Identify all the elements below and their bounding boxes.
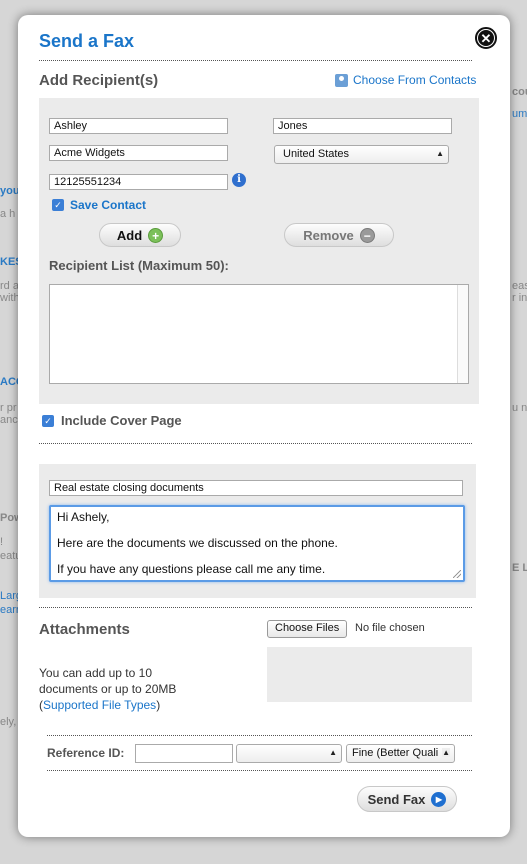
divider <box>39 607 472 608</box>
paren: ) <box>156 698 161 712</box>
resize-grip-icon[interactable] <box>453 570 461 578</box>
message-line: Hi Ashely, <box>57 510 110 524</box>
attachments-dropzone[interactable] <box>267 647 472 702</box>
last-name-field[interactable]: Jones <box>273 118 452 134</box>
company-field[interactable]: Acme Widgets <box>49 145 228 161</box>
list-scrollbar[interactable] <box>457 285 468 383</box>
bg-text: ely, <box>0 716 17 728</box>
send-fax-label: Send Fax <box>367 791 426 807</box>
fax-number-field[interactable]: 12125551234 <box>49 174 228 190</box>
select-arrow-icon: ▲ <box>442 748 450 757</box>
quality-value: Fine (Better Quali <box>352 747 439 759</box>
select-arrow-icon: ▲ <box>329 748 337 757</box>
bg-text: a h <box>0 208 16 220</box>
divider <box>39 60 472 61</box>
save-contact-checkbox[interactable]: ✓ Save Contact <box>52 198 146 212</box>
save-contact-label: Save Contact <box>70 198 147 212</box>
bg-text: ! <box>0 536 4 548</box>
message-line: If you have any questions please call me… <box>57 562 326 576</box>
recipient-list[interactable] <box>49 284 469 384</box>
choose-from-contacts-link[interactable]: Choose From Contacts <box>335 73 476 87</box>
checkmark-icon: ✓ <box>52 199 64 211</box>
remove-label: Remove <box>303 227 354 243</box>
first-name-field[interactable]: Ashley <box>49 118 228 134</box>
choose-contacts-label: Choose From Contacts <box>353 73 477 87</box>
no-file-chosen-label: No file chosen <box>355 622 425 634</box>
message-line: Here are the documents we discussed on t… <box>57 536 338 550</box>
bg-text: eas <box>512 280 527 292</box>
include-cover-label: Include Cover Page <box>61 413 182 428</box>
choose-files-button[interactable]: Choose Files <box>267 620 348 638</box>
checkmark-icon: ✓ <box>42 414 54 427</box>
arrow-right-icon: ▶ <box>431 791 447 807</box>
attachments-heading: Attachments <box>39 621 130 638</box>
bg-text: cou <box>512 86 527 98</box>
bg-text: u ne <box>512 402 527 414</box>
plus-icon: + <box>148 227 164 243</box>
contacts-icon <box>335 73 348 87</box>
bg-text: um <box>512 108 527 120</box>
divider <box>47 735 472 736</box>
country-value: United States <box>283 148 350 160</box>
bg-text: r pr <box>0 402 17 414</box>
close-button[interactable]: ✕ <box>475 27 497 49</box>
dialog-title: Send a Fax <box>39 31 135 51</box>
select-arrow-icon: ▲ <box>436 149 444 158</box>
bg-text: E La <box>512 562 527 574</box>
bg-text: you <box>0 185 20 197</box>
help-line: You can add up to 10 <box>39 666 152 680</box>
options-select[interactable]: ▲ <box>236 744 342 763</box>
close-icon: ✕ <box>480 30 492 46</box>
divider <box>39 443 472 444</box>
cover-message-textarea[interactable]: Hi Ashely, Here are the documents we dis… <box>49 505 465 582</box>
supported-file-types-link[interactable]: Supported File Types <box>43 698 156 712</box>
help-line: documents or up to 20MB <box>39 682 177 696</box>
add-button[interactable]: Add + <box>99 223 181 247</box>
bg-text: r in <box>512 292 527 304</box>
bg-text: anc <box>0 414 18 426</box>
recipients-heading: Add Recipient(s) <box>39 72 159 89</box>
bg-text: with <box>0 292 20 304</box>
bg-text: rd a <box>0 280 19 292</box>
attachments-help: You can add up to 10 documents or up to … <box>39 665 176 713</box>
reference-id-field[interactable] <box>135 744 233 763</box>
send-fax-button[interactable]: Send Fax ▶ <box>357 786 457 812</box>
reference-id-label: Reference ID: <box>47 746 125 760</box>
recipient-list-heading: Recipient List (Maximum 50): <box>49 258 229 273</box>
divider <box>47 770 472 771</box>
country-select[interactable]: United States ▲ <box>274 145 449 164</box>
add-label: Add <box>116 227 143 243</box>
info-icon[interactable]: i <box>232 173 246 187</box>
include-cover-checkbox[interactable]: ✓ Include Cover Page <box>42 413 182 428</box>
quality-select[interactable]: Fine (Better Quali ▲ <box>346 744 455 763</box>
cover-subject-field[interactable]: Real estate closing documents <box>49 480 463 496</box>
remove-button[interactable]: Remove − <box>284 223 394 247</box>
send-fax-dialog: Send a Fax ✕ Add Recipient(s) Choose Fro… <box>18 15 510 837</box>
help-line: (Supported File Types) <box>39 697 176 713</box>
minus-icon: − <box>359 227 375 243</box>
